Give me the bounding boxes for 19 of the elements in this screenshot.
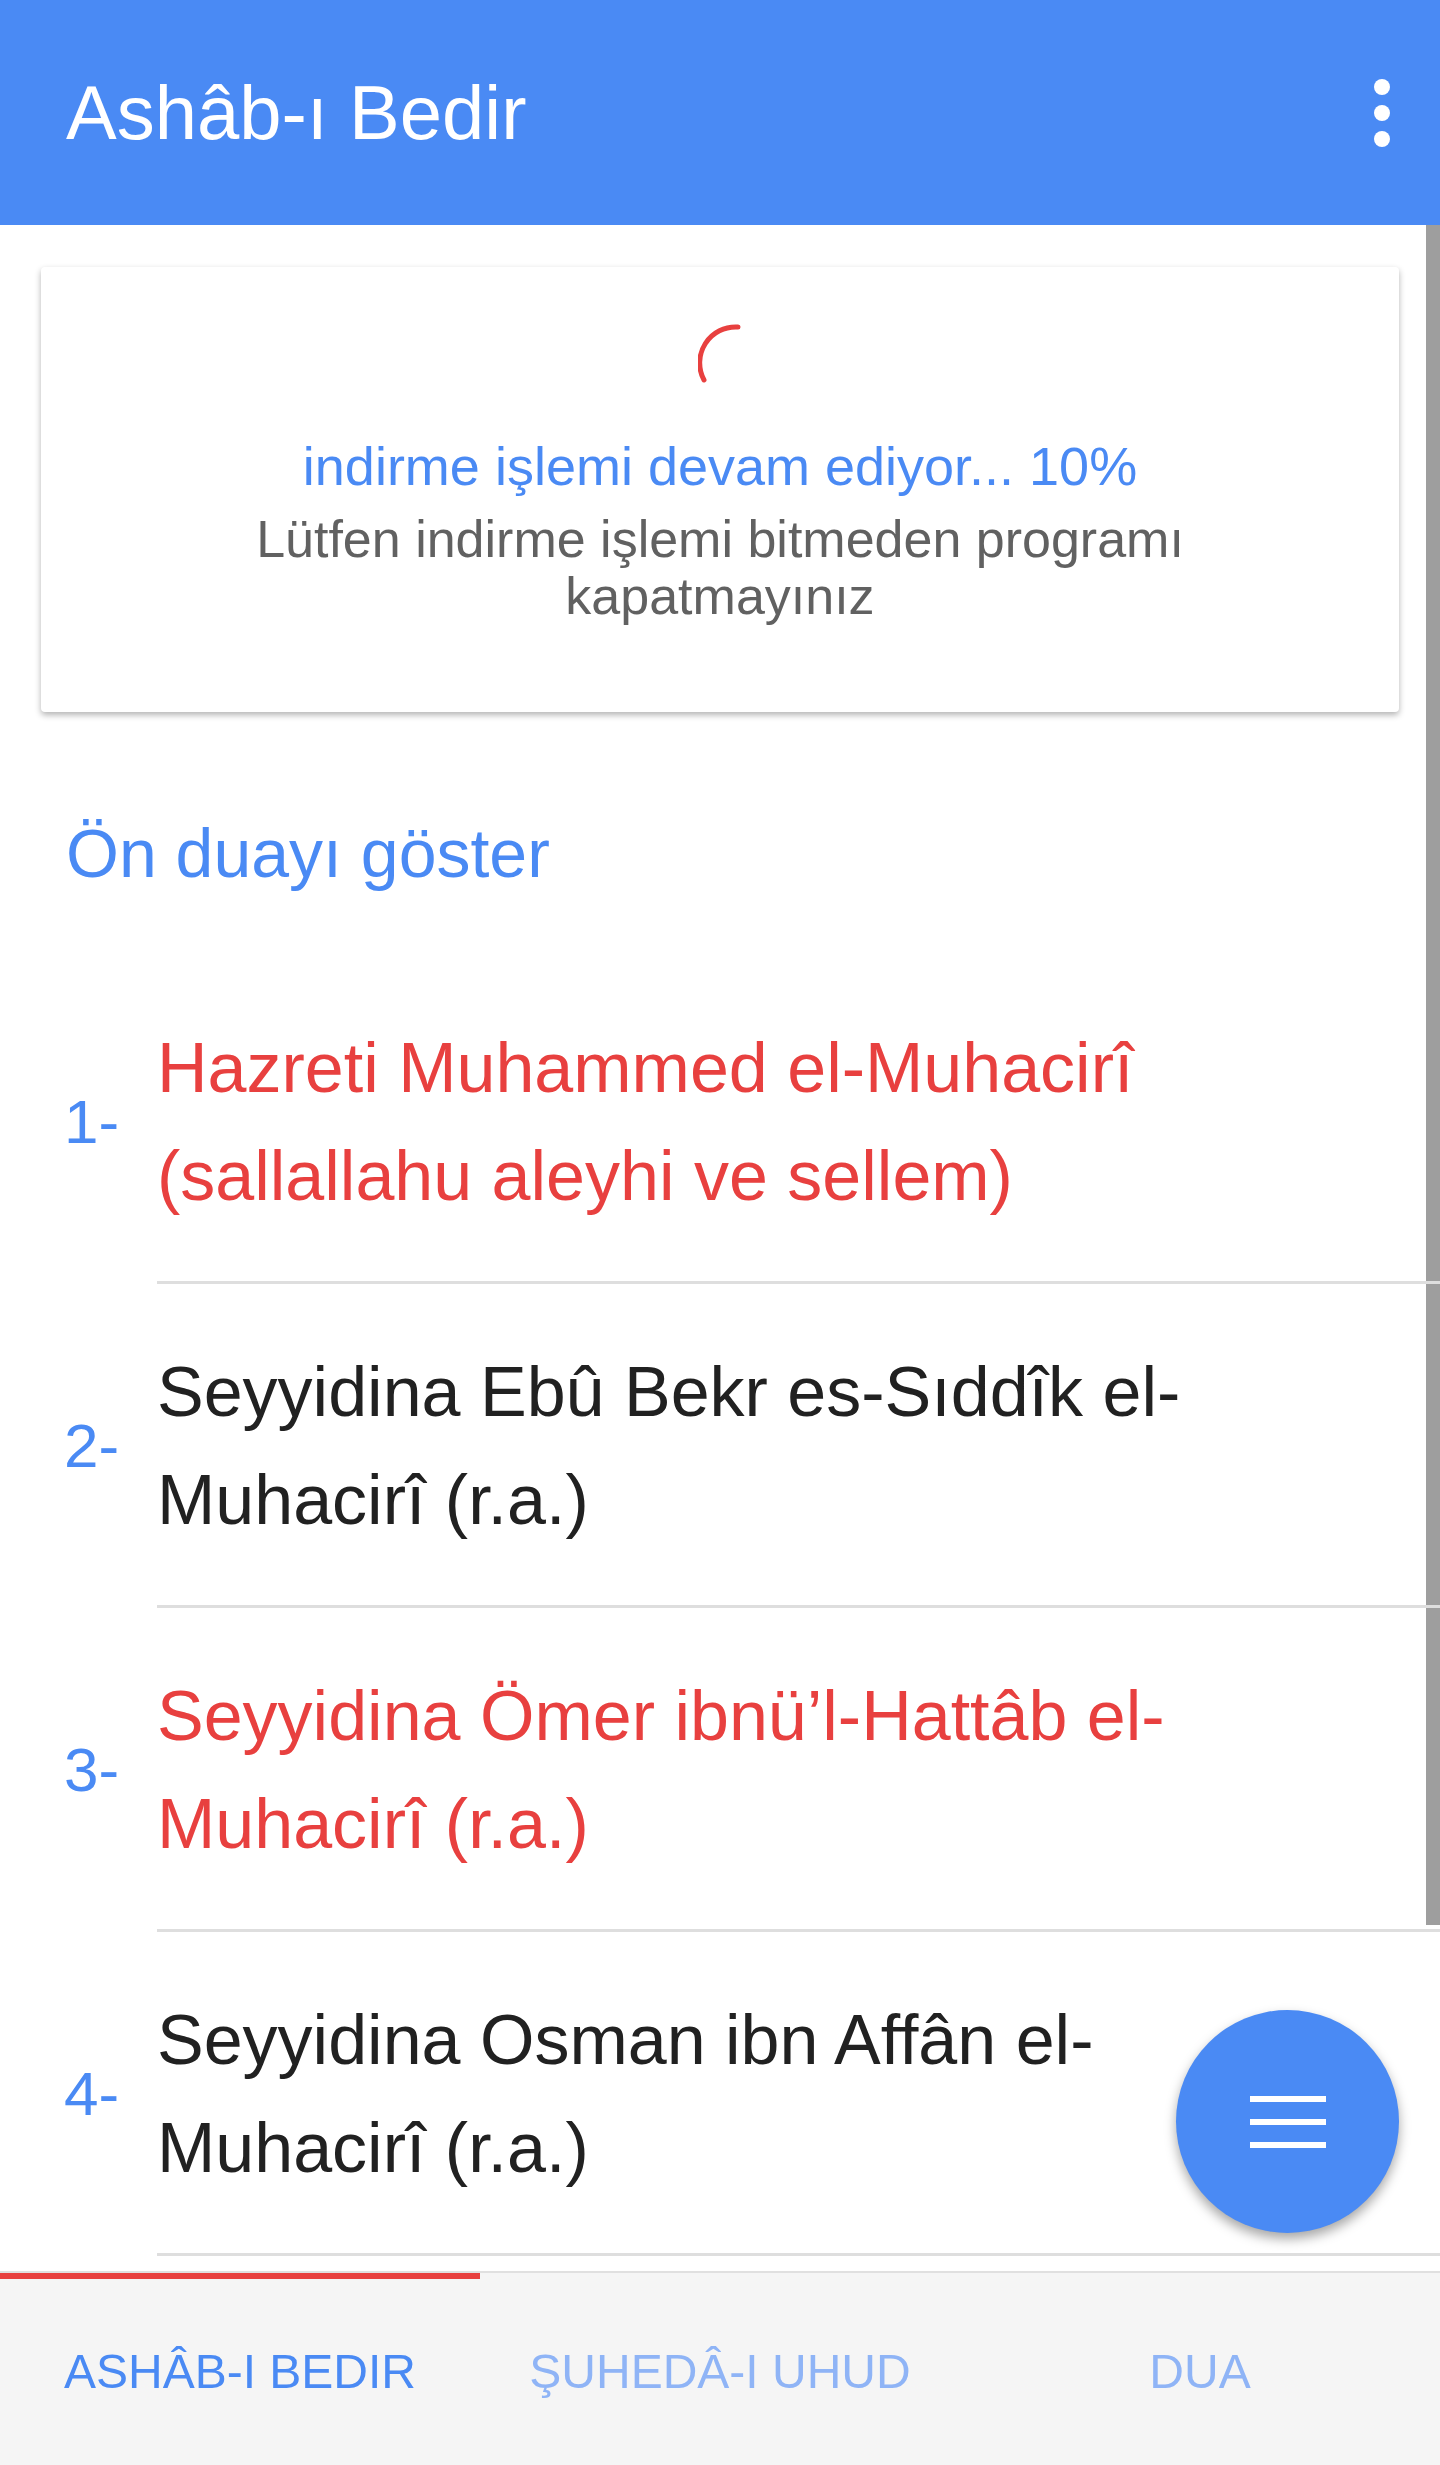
list-item[interactable]: 1- Hazreti Muhammed el-Muhacirî (sallallahu aleyhi ve sellem) [0,960,1440,1284]
list-item[interactable]: 2- Seyyidina Ebû Bekr es-Sıddîk el-Muhacirî (r.a.) [0,1284,1440,1608]
item-name: Seyyidina Ömer ibnü’l-Hattâb el-Muhacirî (r.a.) [157,1675,1166,1865]
list-item[interactable]: 4- Seyyidina Osman ibn Affân el-Muhacirî (r.a.) [0,1932,1440,2256]
loading-spinner-icon [698,322,742,386]
warning-text: Lütfen indirme işlemi bitmeden programı kapatmayınız [255,511,1185,626]
progress-text: indirme işlemi devam ediyor... 10% [302,435,1138,498]
item-number: 2- [64,1409,120,1482]
item-number: 4- [64,2057,120,2130]
app-title: Ashâb-ı Bedir [66,68,527,157]
menu-icon [1249,2095,1326,2148]
show-prayer-link[interactable]: Ön duayı göster [66,802,550,904]
item-name: Hazreti Muhammed el-Muhacirî (sallallahu aleyhi ve sellem) [157,1027,1136,1217]
item-name: Seyyidina Osman ibn Affân el-Muhacirî (r.a.) [157,1999,1095,2189]
item-number: 1- [64,1085,120,1158]
item-name: Seyyidina Ebû Bekr es-Sıddîk el-Muhacirî (r.a.) [157,1351,1182,1541]
list-item[interactable]: 3- Seyyidina Ömer ibnü’l-Hattâb el-Muhacirî (r.a.) [0,1608,1440,1932]
tab[interactable]: ASHÂB-I BEDIR [0,2273,480,2465]
item-number: 3- [64,1733,120,1806]
